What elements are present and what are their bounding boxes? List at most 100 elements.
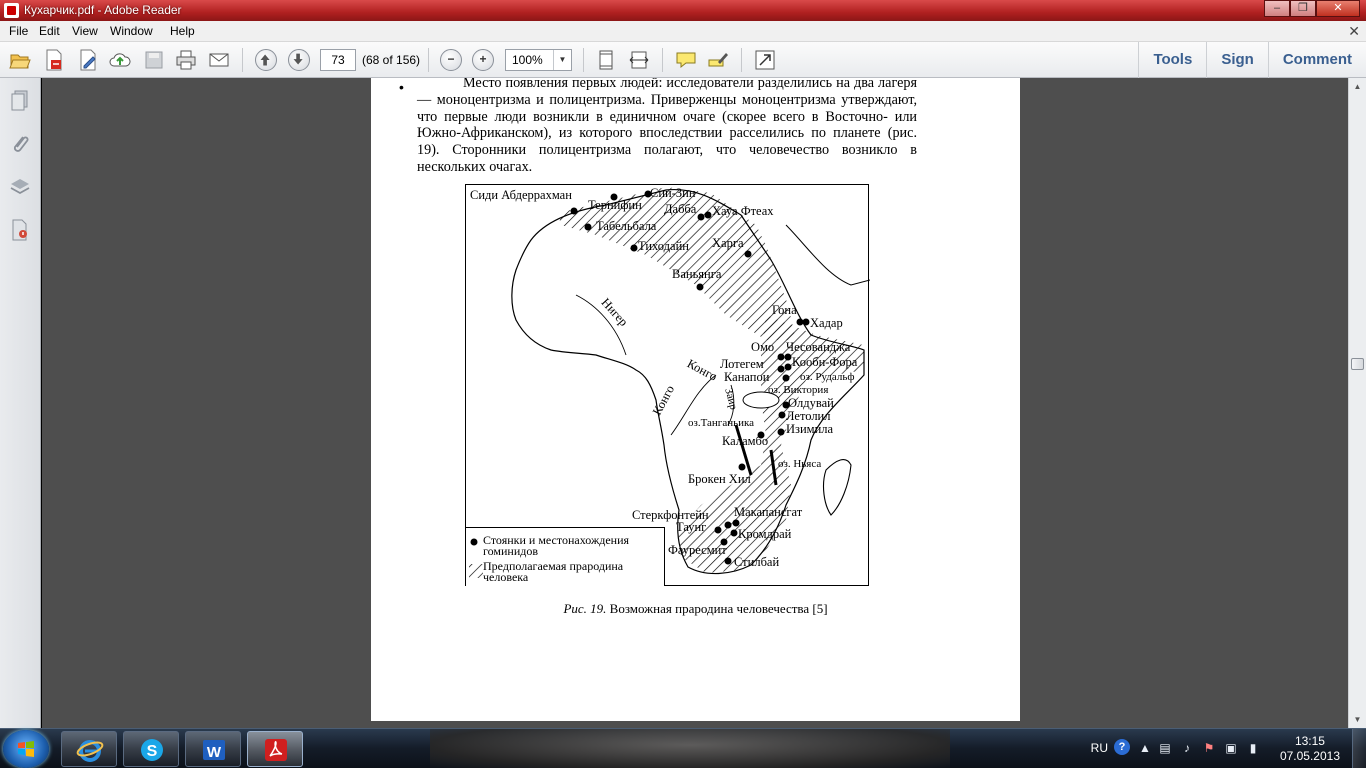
maximize-button[interactable]: ❐ [1290, 0, 1316, 17]
scrollbar-thumb[interactable] [1351, 358, 1364, 370]
sticky-note-icon[interactable] [674, 48, 698, 72]
scroll-up-icon[interactable]: ▲ [1349, 78, 1366, 95]
power-icon[interactable]: ▮ [1246, 740, 1260, 756]
zoom-value: 100% [512, 53, 543, 67]
adobe-reader-icon [4, 3, 19, 18]
legend-symbols [469, 538, 483, 578]
close-button[interactable]: ✕ [1316, 0, 1360, 17]
word-icon: W [203, 740, 225, 761]
taskbar-skype[interactable]: S [123, 731, 179, 767]
save-icon[interactable] [142, 48, 166, 72]
edit-pdf-icon[interactable] [76, 48, 100, 72]
full-screen-icon[interactable] [753, 48, 777, 72]
page-paragraph: Место появления первых людей: исследоват… [417, 78, 917, 175]
close-document-icon[interactable]: ✕ [1348, 23, 1360, 40]
label-izimila: Изимила [786, 422, 834, 436]
label-taung: Таунг [676, 520, 707, 534]
open-icon[interactable] [8, 48, 32, 72]
security-document-icon[interactable] [8, 218, 32, 242]
expand-tray-icon[interactable]: ▲ [1138, 740, 1152, 756]
taskbar: S W RU ? ▲ ▤ ♪ ⚑ ▣ ▮ 13:15 07.05.2013 [0, 728, 1366, 768]
tools-link[interactable]: Tools [1138, 42, 1206, 78]
document-view[interactable]: • Место появления первых людей: исследов… [42, 78, 1348, 728]
taskbar-internet-explorer[interactable] [61, 731, 117, 767]
window-title: Кухарчик.pdf - Adobe Reader [24, 3, 182, 17]
sign-link[interactable]: Sign [1206, 42, 1268, 78]
network-icon[interactable]: ▤ [1158, 740, 1172, 756]
svg-text:S: S [147, 743, 158, 760]
label-vanyanga: Ваньянга [672, 267, 722, 281]
label-gona: Гона [772, 303, 797, 317]
usb-device-icon[interactable]: ▣ [1224, 740, 1238, 756]
toolbar-separator [428, 48, 429, 72]
menu-help[interactable]: Help [170, 24, 195, 38]
task-pane-links: Tools Sign Comment [1138, 42, 1366, 78]
show-desktop-button[interactable] [1352, 729, 1366, 768]
layers-icon[interactable] [8, 175, 32, 199]
upload-cloud-icon[interactable] [108, 48, 132, 72]
figure-number: Рис. 19. [563, 601, 607, 616]
attachments-icon[interactable] [8, 132, 32, 156]
volume-icon[interactable]: ♪ [1180, 740, 1194, 756]
label-dabba: Дабба [664, 202, 697, 216]
previous-page-button[interactable] [255, 49, 277, 71]
menu-view[interactable]: View [72, 24, 98, 38]
chevron-down-icon[interactable]: ▼ [553, 50, 571, 70]
legend-homeland: Предполагаемая прародина человека [483, 560, 623, 584]
map-legend: Стоянки и местонахождения гоминидов Пред… [466, 527, 665, 586]
legend-sites-line2: гоминидов [483, 544, 539, 558]
highlight-icon[interactable] [706, 48, 730, 72]
start-button[interactable] [3, 730, 49, 768]
label-koobi: Кообн-Фора [792, 355, 858, 369]
clock-date: 07.05.2013 [1279, 749, 1340, 763]
page-thumbnails-icon[interactable] [8, 88, 32, 112]
label-makapan: Макапансгат [734, 505, 803, 519]
zoom-select[interactable]: 100% ▼ [505, 49, 572, 71]
scroll-down-icon[interactable]: ▼ [1349, 711, 1366, 728]
next-page-button[interactable] [288, 49, 310, 71]
navigation-pane [0, 78, 41, 728]
label-tihodain: Тиходайн [638, 239, 689, 253]
figure-caption: Рис. 19. Возможная прародина человечеств… [371, 601, 1020, 617]
zoom-in-button[interactable]: + [472, 49, 494, 71]
email-icon[interactable] [207, 48, 231, 72]
label-tabelbala: Табельбала [596, 219, 657, 233]
vertical-scrollbar[interactable]: ▲ ▼ [1348, 78, 1366, 728]
menu-edit[interactable]: Edit [39, 24, 60, 38]
action-center-icon[interactable]: ⚑ [1202, 740, 1216, 756]
clock-time: 13:15 [1294, 734, 1325, 748]
label-chesovanja: Чесованджа [786, 340, 851, 354]
menu-file[interactable]: File [9, 24, 28, 38]
label-haua: Хауа Фтеах [712, 204, 774, 218]
help-icon[interactable]: ? [1114, 739, 1130, 755]
windows-logo-icon [18, 741, 34, 757]
print-icon[interactable] [174, 48, 198, 72]
fit-page-icon[interactable] [594, 48, 618, 72]
title-bar: Кухарчик.pdf - Adobe Reader – ❐ ✕ [0, 0, 1366, 21]
legend-sites: Стоянки и местонахождения гоминидов [483, 534, 629, 558]
taskbar-adobe-reader[interactable] [247, 731, 303, 767]
page-count: (68 of 156) [362, 53, 421, 67]
label-rudolf: оз. Рудальф [800, 371, 855, 383]
fit-width-icon[interactable] [627, 48, 651, 72]
label-kanapoi: Канапои [724, 370, 770, 384]
taskbar-word[interactable]: W [185, 731, 241, 767]
comment-link[interactable]: Comment [1267, 42, 1366, 78]
toolbar: 73 (68 of 156) − + 100% ▼ Tools Sign Com… [0, 42, 1366, 78]
create-pdf-icon[interactable] [42, 48, 66, 72]
language-indicator[interactable]: RU [1091, 741, 1108, 755]
page-number-input[interactable]: 73 [320, 49, 356, 71]
minimize-button[interactable]: – [1264, 0, 1290, 17]
madagascar-island [822, 459, 852, 516]
zoom-out-button[interactable]: − [440, 49, 462, 71]
legend-hatch-icon [469, 564, 483, 578]
label-broken: Брокен Хил [688, 472, 751, 486]
label-fauresmit: Фауресмит [668, 543, 727, 557]
menu-window[interactable]: Window [110, 24, 153, 38]
pdf-page: • Место появления первых людей: исследов… [371, 78, 1020, 721]
toolbar-separator [242, 48, 243, 72]
clock[interactable]: 13:15 07.05.2013 [1280, 734, 1340, 764]
legend-homeland-line2: человека [483, 570, 529, 584]
label-omo: Омо [751, 340, 775, 354]
menu-bar: File Edit View Window Help ✕ [0, 21, 1366, 42]
